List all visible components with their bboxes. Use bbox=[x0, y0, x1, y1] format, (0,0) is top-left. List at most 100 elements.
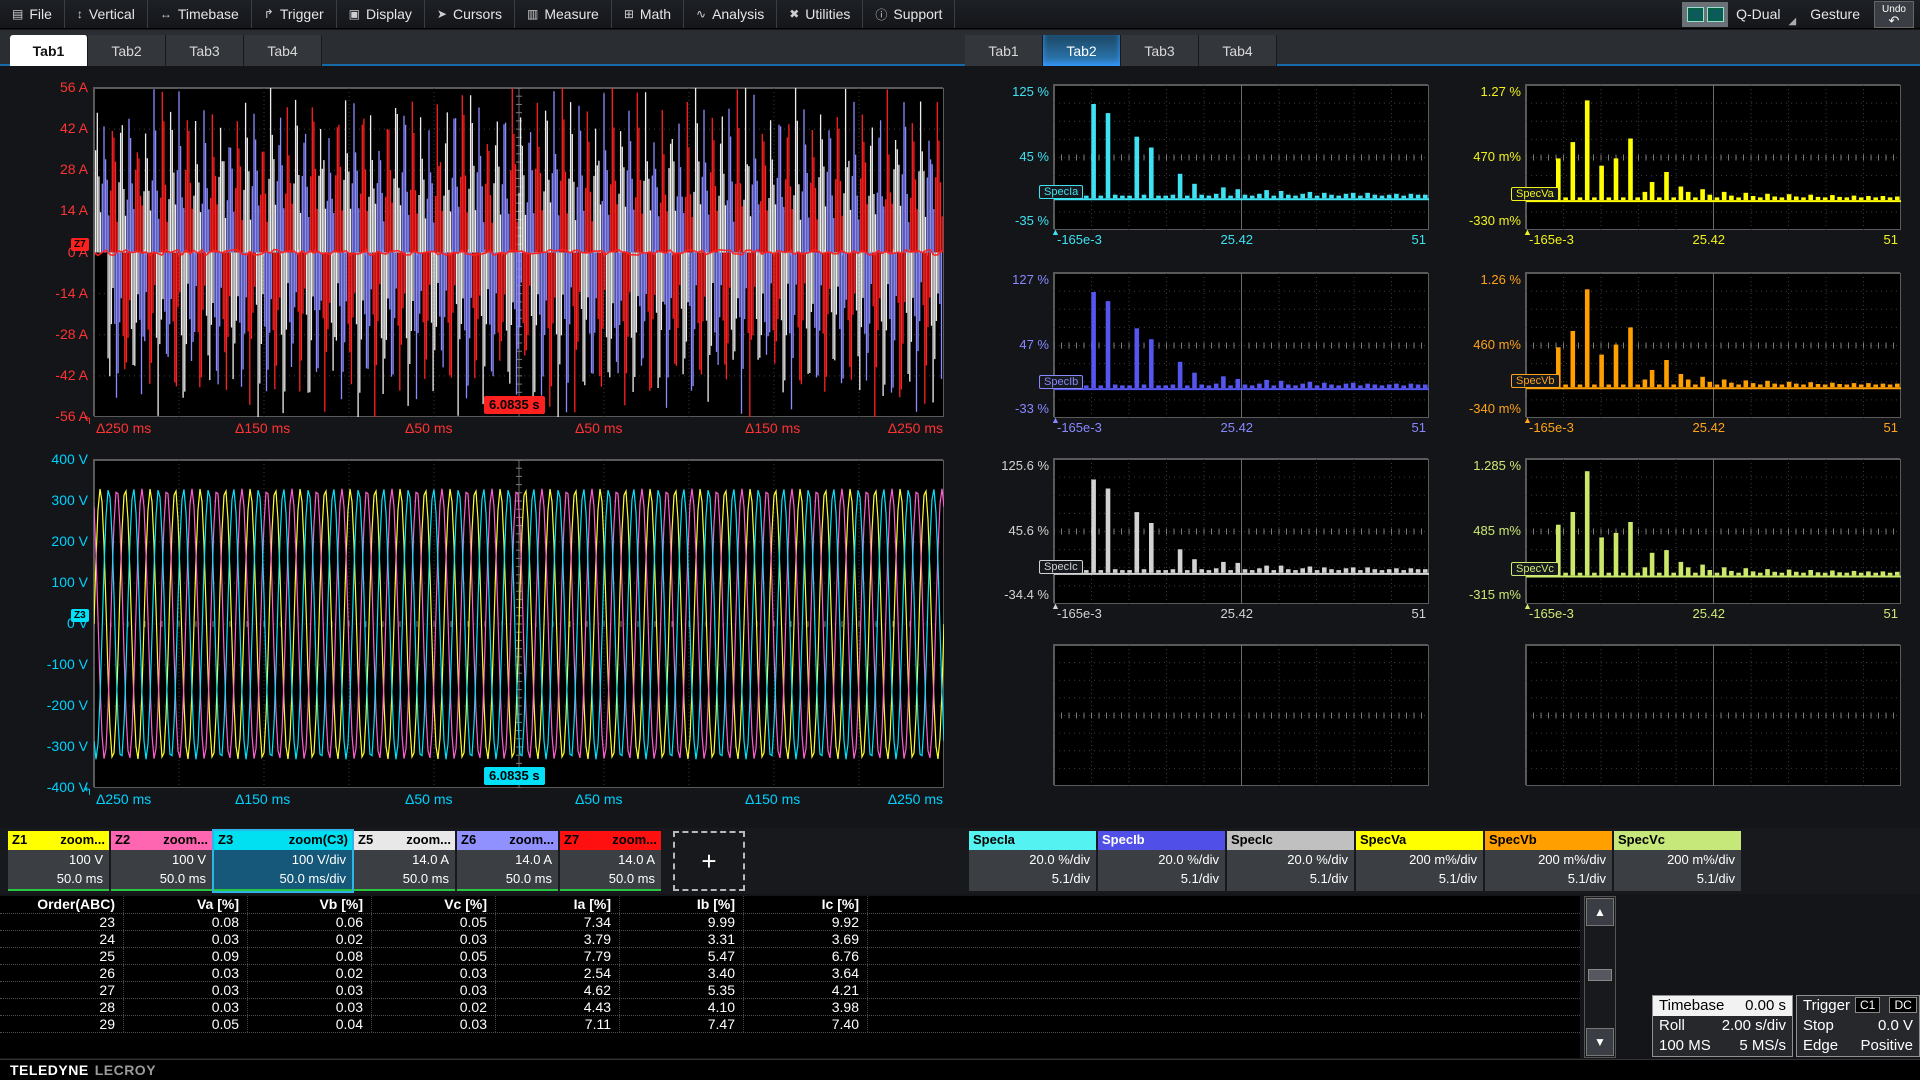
specIa-start-marker-icon: ▲ bbox=[1051, 227, 1060, 237]
table-cell: 4.21 bbox=[744, 982, 868, 998]
descriptor-SpecVc[interactable]: SpecVc200 m%/div5.1/div bbox=[1614, 831, 1741, 891]
qdual-selector[interactable]: Q-Dual ◢ bbox=[1682, 2, 1796, 27]
descriptor-SpecVa[interactable]: SpecVa200 m%/div5.1/div bbox=[1356, 831, 1483, 891]
gesture-label[interactable]: Gesture bbox=[1810, 6, 1860, 22]
tab-tab3[interactable]: Tab3 bbox=[1121, 35, 1199, 66]
add-trace-button[interactable]: + bbox=[673, 831, 745, 891]
menu-item-cursors[interactable]: ➤Cursors bbox=[425, 0, 515, 28]
specIb-plot[interactable] bbox=[1053, 272, 1428, 417]
descriptor-scale: 200 m%/div bbox=[1614, 850, 1741, 869]
specVb-trace-label[interactable]: SpecVb bbox=[1511, 374, 1560, 388]
table-cell: 3.40 bbox=[620, 965, 744, 981]
table-row[interactable]: 270.030.030.034.625.354.21 bbox=[0, 982, 1580, 999]
scroll-up-button[interactable]: ▲ bbox=[1586, 898, 1614, 926]
descriptor-Z7[interactable]: Z7zoom...14.0 A50.0 ms bbox=[560, 831, 661, 891]
descriptor-Z2[interactable]: Z2zoom...100 V50.0 ms bbox=[111, 831, 212, 891]
table-cell: 0.03 bbox=[248, 982, 372, 998]
menu-item-label: Support bbox=[893, 6, 942, 22]
menu-item-label: Cursors bbox=[453, 6, 502, 22]
time-cursor-badge[interactable]: 6.0835 s bbox=[484, 396, 545, 414]
tab-tab3[interactable]: Tab3 bbox=[166, 35, 244, 66]
trace-marker-Z7[interactable]: Z7 bbox=[71, 238, 89, 251]
table-cell: 0.08 bbox=[248, 948, 372, 964]
menu-item-math[interactable]: ⊞Math bbox=[612, 0, 684, 28]
menu-item-file[interactable]: ▤File bbox=[0, 0, 65, 28]
menu-items: ▤File↕Vertical↔Timebase↱Trigger▣Display➤… bbox=[0, 0, 955, 28]
table-row[interactable]: 260.030.020.032.543.403.64 bbox=[0, 965, 1580, 982]
menu-item-utilities[interactable]: ✖Utilities bbox=[777, 0, 863, 28]
specVa-trace-label[interactable]: SpecVa bbox=[1511, 187, 1559, 201]
scroll-thumb[interactable] bbox=[1588, 969, 1612, 981]
timebase-panel[interactable]: Timebase 0.00 s Roll 2.00 s/div 100 MS 5… bbox=[1652, 995, 1793, 1057]
descriptor-SpecIc[interactable]: SpecIc20.0 %/div5.1/div bbox=[1227, 831, 1354, 891]
menu-item-timebase[interactable]: ↔Timebase bbox=[148, 0, 252, 28]
table-row[interactable]: 230.080.060.057.349.999.92 bbox=[0, 914, 1580, 931]
current-zoom-plot[interactable] bbox=[93, 87, 943, 416]
descriptor-SpecIb[interactable]: SpecIb20.0 %/div5.1/div bbox=[1098, 831, 1225, 891]
specIa-trace-label[interactable]: SpecIa bbox=[1039, 185, 1083, 199]
table-cell: 26 bbox=[0, 965, 124, 981]
descriptor-scale: 14.0 A bbox=[560, 850, 661, 869]
trigger-panel[interactable]: Trigger C1 DC Stop 0.0 V Edge Positive bbox=[1796, 995, 1920, 1057]
descriptor-timebase: 50.0 ms bbox=[560, 869, 661, 888]
column-header: Ic [%] bbox=[744, 896, 868, 913]
table-scrollbar[interactable]: ▲ ▼ bbox=[1584, 896, 1616, 1058]
menu-item-vertical[interactable]: ↕Vertical bbox=[65, 0, 148, 28]
descriptor-scale: 200 m%/div bbox=[1485, 850, 1612, 869]
menu-item-measure[interactable]: ▥Measure bbox=[515, 0, 612, 28]
tab-tab2[interactable]: Tab2 bbox=[88, 35, 166, 66]
scroll-down-button[interactable]: ▼ bbox=[1586, 1028, 1614, 1056]
tab-group-left: Tab1Tab2Tab3Tab4 bbox=[10, 35, 322, 66]
trace-start-arrow-icon: ↰ bbox=[83, 414, 92, 427]
table-cell: 7.47 bbox=[620, 1016, 744, 1032]
table-row[interactable]: 280.030.030.024.434.103.98 bbox=[0, 999, 1580, 1016]
descriptor-rate: 5.1/div bbox=[1485, 869, 1612, 888]
table-cell: 0.03 bbox=[372, 1016, 496, 1032]
menu-item-label: Trigger bbox=[280, 6, 324, 22]
specVc-plot[interactable] bbox=[1525, 458, 1900, 603]
tab-tab1[interactable]: Tab1 bbox=[10, 35, 88, 66]
trigger-slope: Positive bbox=[1860, 1036, 1913, 1056]
display-chip-icon bbox=[1687, 7, 1704, 22]
tab-tab1[interactable]: Tab1 bbox=[965, 35, 1043, 66]
descriptor-Z3[interactable]: Z3zoom(C3)100 V/div50.0 ms/div bbox=[214, 831, 352, 891]
specIb-trace-label[interactable]: SpecIb bbox=[1039, 375, 1083, 389]
descriptor-SpecVb[interactable]: SpecVb200 m%/div5.1/div bbox=[1485, 831, 1612, 891]
descriptor-rate: 5.1/div bbox=[969, 869, 1096, 888]
timebase-icon: ↔ bbox=[160, 7, 172, 21]
specIc-plot[interactable] bbox=[1053, 458, 1428, 603]
descriptor-Z5[interactable]: Z5zoom...14.0 A50.0 ms bbox=[354, 831, 455, 891]
brand-bar: TELEDYNE LECROY bbox=[0, 1059, 1920, 1080]
menu-item-analysis[interactable]: ∿Analysis bbox=[684, 0, 777, 28]
descriptor-SpecIa[interactable]: SpecIa20.0 %/div5.1/div bbox=[969, 831, 1096, 891]
tab-tab4[interactable]: Tab4 bbox=[244, 35, 322, 66]
trace-marker-Z3[interactable]: Z3 bbox=[71, 609, 89, 622]
undo-button[interactable]: Undo ↶ bbox=[1874, 1, 1914, 28]
timebase-value: 0.00 s bbox=[1745, 996, 1786, 1016]
menu-item-display[interactable]: ▣Display bbox=[337, 0, 425, 28]
specIc-y-labels: 125.6 %45.6 %-34.4 % bbox=[965, 458, 1049, 603]
descriptor-timebase: 50.0 ms bbox=[111, 869, 212, 888]
table-row[interactable]: 240.030.020.033.793.313.69 bbox=[0, 931, 1580, 948]
table-row[interactable]: 250.090.080.057.795.476.76 bbox=[0, 948, 1580, 965]
table-cell: 3.69 bbox=[744, 931, 868, 947]
utilities-icon: ✖ bbox=[789, 7, 799, 21]
tab-tab2[interactable]: Tab2 bbox=[1043, 35, 1121, 66]
menu-item-support[interactable]: ⓘSupport bbox=[863, 0, 955, 28]
specVc-trace-label[interactable]: SpecVc bbox=[1511, 562, 1559, 576]
specIa-plot[interactable] bbox=[1053, 84, 1428, 229]
menu-item-trigger[interactable]: ↱Trigger bbox=[252, 0, 337, 28]
tab-tab4[interactable]: Tab4 bbox=[1199, 35, 1277, 66]
specVb-plot[interactable] bbox=[1525, 272, 1900, 417]
descriptor-timebase: 50.0 ms bbox=[354, 869, 455, 888]
timebase-scale: 2.00 s/div bbox=[1722, 1016, 1786, 1036]
table-row[interactable]: 290.050.040.037.117.477.40 bbox=[0, 1016, 1580, 1033]
time-cursor-badge[interactable]: 6.0835 s bbox=[484, 767, 545, 785]
voltage-zoom-plot[interactable] bbox=[93, 459, 943, 787]
specVa-plot[interactable] bbox=[1525, 84, 1900, 229]
timebase-title: Timebase bbox=[1659, 996, 1724, 1016]
descriptor-Z6[interactable]: Z6zoom...14.0 A50.0 ms bbox=[457, 831, 558, 891]
descriptor-timebase: 50.0 ms bbox=[8, 869, 109, 888]
specIc-trace-label[interactable]: SpecIc bbox=[1039, 560, 1083, 574]
descriptor-Z1[interactable]: Z1zoom...100 V50.0 ms bbox=[8, 831, 109, 891]
